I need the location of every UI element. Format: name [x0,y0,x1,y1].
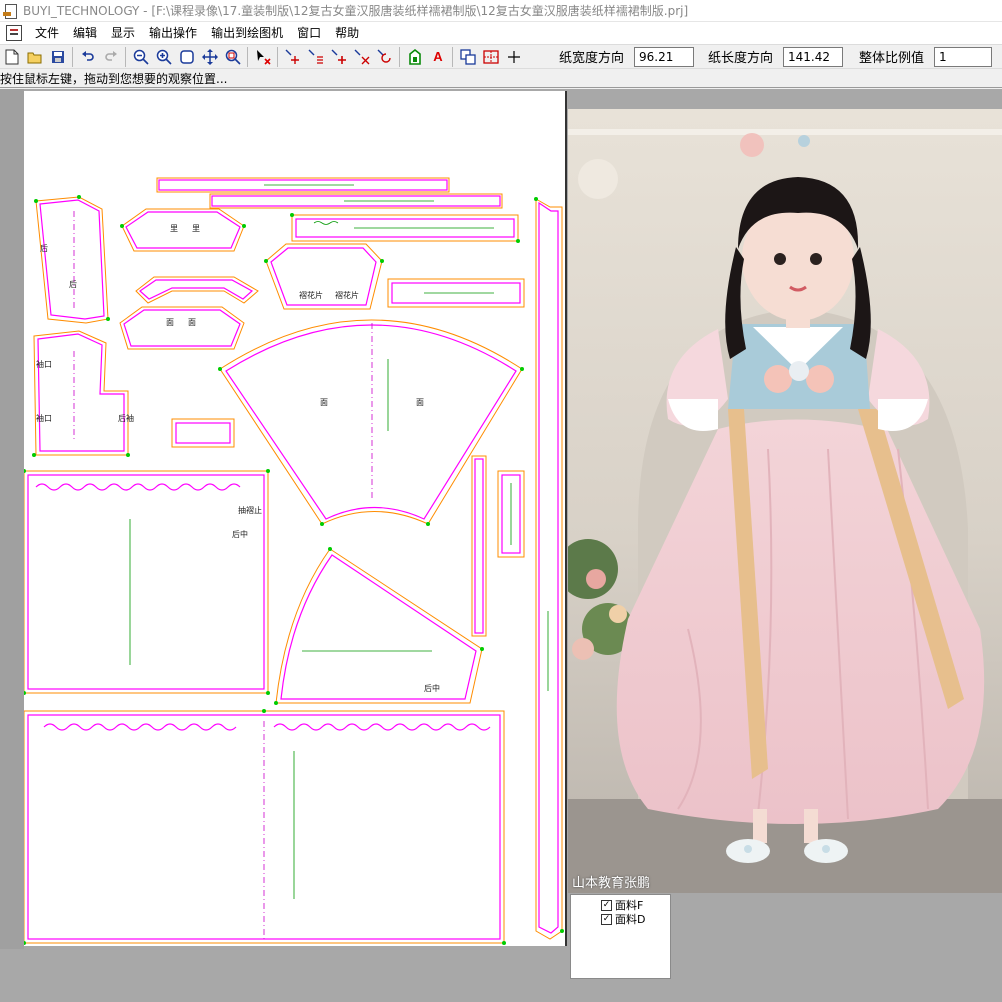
paper-width-input[interactable] [634,46,695,67]
label-face-2: 面 [188,318,196,327]
status-hint: 按住鼠标左键，拖动到您想要的观察位置... [0,70,1002,88]
layer-panel: ✓ 面料F ✓ 面料D [570,894,671,979]
toolbar-separator [72,46,73,67]
piece-outline-icon[interactable] [404,46,426,68]
paper-length-input[interactable] [783,46,844,67]
align-piece-icon[interactable] [351,46,373,68]
redo-icon[interactable] [100,46,122,68]
menu-plotter[interactable]: 输出到绘图机 [204,22,290,44]
zoom-window-icon[interactable] [222,46,244,68]
title-bar: BUYI_TECHNOLOGY - [F:\课程录像\17.童装制版\12复古女… [0,0,1002,22]
undo-icon[interactable] [77,46,99,68]
menu-file[interactable]: 文件 [28,22,66,44]
zoom-in-icon[interactable] [153,46,175,68]
label-ruffle-2: 褶花片 [335,290,359,300]
open-folder-icon[interactable] [24,46,46,68]
pattern-piece-collar-3[interactable]: 面 面 [119,306,245,350]
pattern-piece-tie-1[interactable] [471,455,487,637]
window-title: BUYI_TECHNOLOGY - [F:\课程录像\17.童装制版\12复古女… [23,4,689,18]
toolbar-separator [399,46,400,67]
menu-bar: 文件 编辑 显示 输出操作 输出到绘图机 窗口 帮助 [0,22,1002,44]
pattern-piece-small[interactable] [171,418,235,448]
paper-length-label: 纸长度方向 [708,51,774,66]
pattern-piece-band-1[interactable] [291,214,519,242]
pattern-canvas[interactable]: .cut { fill: none; stroke: #ff00ff; stro… [0,89,568,1002]
toolbar-separator [125,46,126,67]
text-a-icon[interactable]: A [427,46,449,68]
canvas-margin [0,89,24,949]
label-cuff: 袖口 [36,359,52,369]
app-window: BUYI_TECHNOLOGY - [F:\课程录像\17.童装制版\12复古女… [0,0,1002,1002]
pan-icon[interactable] [199,46,221,68]
label-face-4: 面 [416,398,424,407]
label-back: 后 [40,243,48,253]
pattern-piece-strip-1[interactable] [156,177,450,193]
label-pleat-top: 抽褶止 [238,505,262,515]
label-lining-2: 里 [192,224,200,233]
checkbox-checked[interactable]: ✓ [601,913,612,925]
zoom-fit-icon[interactable] [176,46,198,68]
child-hanfu-illustration [568,109,1002,893]
pattern-piece-front-panel[interactable] [24,710,505,944]
pattern-piece-tie-2[interactable] [497,470,525,558]
rotate-piece-icon[interactable] [305,46,327,68]
pattern-piece-band-2[interactable] [387,278,525,308]
label-back-sleeve: 后袖 [118,413,134,423]
pattern-piece-sleeve[interactable]: 后 后 [35,196,109,324]
select-delete-icon[interactable] [252,46,274,68]
grid-icon[interactable] [480,46,502,68]
zoom-out-icon[interactable] [130,46,152,68]
pattern-piece-belt[interactable] [535,198,563,940]
menu-edit[interactable]: 编辑 [66,22,104,44]
plot-sheet[interactable]: .cut { fill: none; stroke: #ff00ff; stro… [24,91,567,946]
pattern-piece-collar-2[interactable] [135,276,259,304]
reference-photo: 山本教育张鹏 [568,109,1002,893]
pattern-piece-front-bodice[interactable]: 袖口 袖口 后袖 [33,330,134,456]
move-piece-icon[interactable] [282,46,304,68]
label-back-2: 后 [69,279,77,289]
pattern-piece-back-panel[interactable]: 抽褶止 后中 [24,470,269,694]
layer-row-d[interactable]: ✓ 面料D [601,911,645,927]
toolbar: A 纸宽度方向 纸长度方向 整体比例值 [0,44,1002,69]
new-file-icon[interactable] [1,46,23,68]
pattern-piece-strip-2[interactable] [209,193,503,209]
save-icon[interactable] [47,46,69,68]
checkbox-checked[interactable]: ✓ [601,899,612,911]
pattern-piece-ruffle[interactable]: 褶花片 褶花片 [265,243,383,310]
pattern-layout-svg: .cut { fill: none; stroke: #ff00ff; stro… [24,177,564,945]
label-back-center: 后中 [232,529,248,539]
crosshair-icon[interactable] [503,46,525,68]
app-logo-icon [3,3,19,19]
document-icon[interactable] [6,25,22,41]
label-cuff-2: 袖口 [36,413,52,423]
toolbar-separator [452,46,453,67]
reset-icon[interactable] [374,46,396,68]
photo-watermark: 山本教育张鹏 [572,876,651,891]
menu-output[interactable]: 输出操作 [142,22,204,44]
pattern-piece-collar-1[interactable]: 里 里 [121,208,245,252]
paper-width-label: 纸宽度方向 [559,51,625,66]
menu-window[interactable]: 窗口 [290,22,328,44]
label-face: 面 [166,318,174,327]
label-back-center-2: 后中 [424,683,440,693]
label-ruffle: 褶花片 [299,290,323,300]
menu-help[interactable]: 帮助 [328,22,366,44]
label-face-3: 面 [320,398,328,407]
label-lining: 里 [170,224,178,233]
flip-piece-icon[interactable] [328,46,350,68]
workspace: .cut { fill: none; stroke: #ff00ff; stro… [0,89,1002,1002]
toolbar-separator [277,46,278,67]
copy-icon[interactable] [457,46,479,68]
menu-view[interactable]: 显示 [104,22,142,44]
scale-label: 整体比例值 [859,51,925,66]
layer-label-d: 面料D [615,913,646,926]
pattern-piece-skirt-wedge[interactable]: 后中 [275,548,483,704]
scale-input[interactable] [934,46,993,67]
toolbar-separator [247,46,248,67]
pattern-piece-skirt-fan[interactable]: 面 面 [219,319,523,525]
